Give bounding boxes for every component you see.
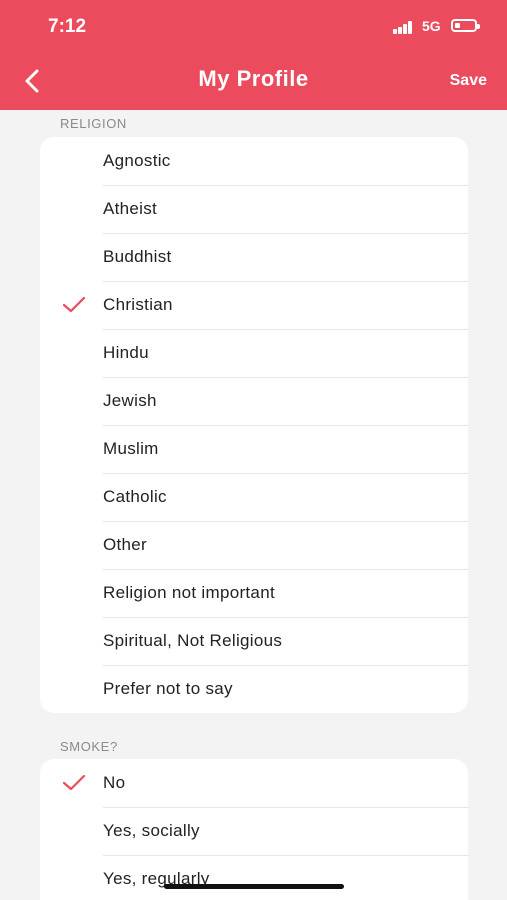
smoke-option[interactable]: Yes, socially [40, 807, 468, 855]
home-indicator [164, 884, 344, 889]
header: 7:12 5G My Profile Save [0, 0, 507, 110]
religion-option-label: Jewish [103, 391, 157, 410]
smoke-section-label: SMOKE? [60, 739, 118, 754]
religion-option[interactable]: Catholic [40, 473, 468, 521]
religion-option[interactable]: Atheist [40, 185, 468, 233]
religion-option[interactable]: Agnostic [40, 137, 468, 185]
page-title: My Profile [198, 66, 309, 91]
smoke-option-label: No [103, 773, 126, 792]
smoke-option-label: Yes, socially [103, 821, 200, 840]
religion-option[interactable]: Buddhist [40, 233, 468, 281]
checkmark-icon [62, 774, 86, 791]
religion-option[interactable]: Muslim [40, 425, 468, 473]
network-type: 5G [422, 18, 441, 34]
religion-option[interactable]: Jewish [40, 377, 468, 425]
religion-option-label: Prefer not to say [103, 679, 233, 698]
smoke-option[interactable]: No [40, 759, 468, 807]
religion-option-label: Muslim [103, 439, 159, 458]
religion-option-label: Buddhist [103, 247, 172, 266]
signal-icon [393, 21, 417, 34]
religion-options-list: Agnostic Atheist Buddhist Christian Hindu Jew… [40, 137, 468, 713]
save-button[interactable]: Save [450, 72, 487, 90]
status-time: 7:12 [48, 16, 87, 37]
religion-option[interactable]: Hindu [40, 329, 468, 377]
religion-option-label: Religion not important [103, 583, 275, 602]
religion-option-label: Catholic [103, 487, 167, 506]
religion-option[interactable]: Christian [40, 281, 468, 329]
religion-option[interactable]: Other [40, 521, 468, 569]
smoke-option[interactable]: Yes, regularly [40, 855, 468, 900]
religion-option[interactable]: Spiritual, Not Religious [40, 617, 468, 665]
religion-option-label: Christian [103, 295, 173, 314]
religion-option-label: Hindu [103, 343, 149, 362]
profile-screen: 7:12 5G My Profile Save RELIGION Agnosti… [0, 0, 507, 900]
religion-option-label: Atheist [103, 199, 158, 218]
battery-icon [451, 19, 480, 32]
religion-option[interactable]: Religion not important [40, 569, 468, 617]
religion-option[interactable]: Prefer not to say [40, 665, 468, 713]
religion-option-label: Other [103, 535, 148, 554]
religion-section-label: RELIGION [60, 116, 127, 131]
checkmark-icon [62, 296, 86, 313]
religion-option-label: Agnostic [103, 151, 171, 170]
smoke-options-list: No Yes, socially Yes, regularly [40, 759, 468, 900]
religion-option-label: Spiritual, Not Religious [103, 631, 283, 650]
